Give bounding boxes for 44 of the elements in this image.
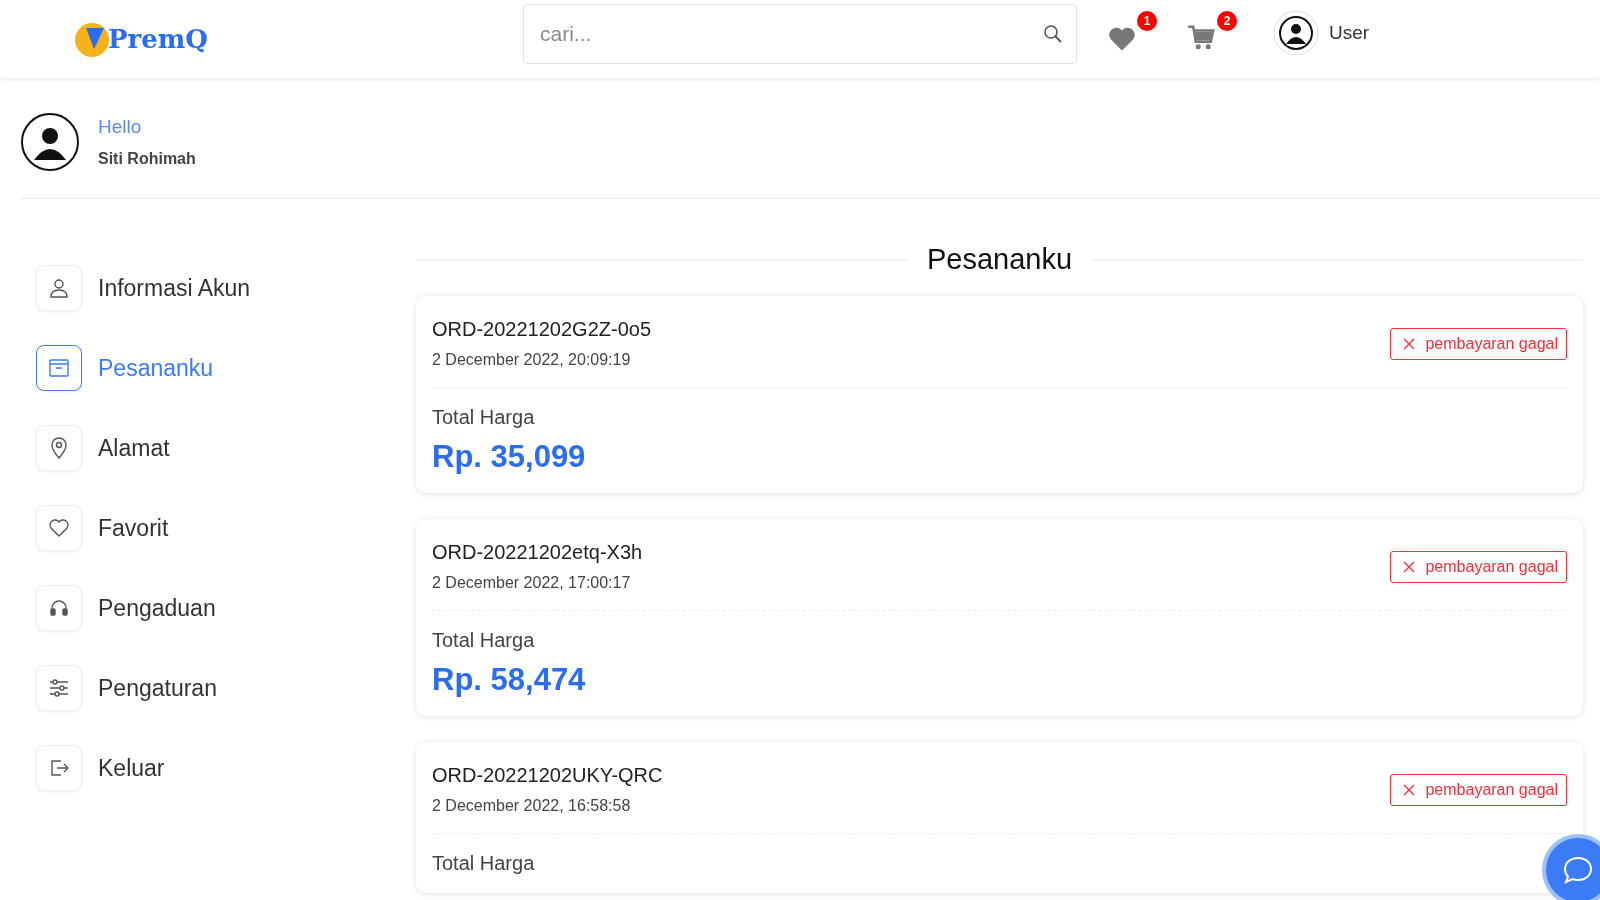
sidebar-item[interactable]: Pengaturan [36, 665, 416, 711]
user-link[interactable]: User [1329, 22, 1370, 44]
sidebar-item[interactable]: Informasi Akun [36, 265, 416, 311]
cart-icon [1187, 24, 1217, 52]
avatar-icon[interactable] [1273, 10, 1319, 56]
cart-count-badge: 2 [1217, 11, 1237, 31]
status-tag: pembayaran gagal [1390, 550, 1567, 583]
order-card[interactable]: ORD-20221202etq-X3h 2 December 2022, 17:00:17 pembayaran gagal Total Harga Rp. 58,474 [416, 519, 1583, 716]
close-icon [1403, 783, 1416, 796]
sidebar-item[interactable]: Pengaduan [36, 585, 416, 631]
chat-button[interactable] [1542, 834, 1600, 900]
sidebar-item[interactable]: Alamat [36, 425, 416, 471]
order-id: ORD-20221202UKY-QRC [432, 764, 663, 787]
total-price: Rp. 58,474 [432, 662, 587, 698]
order-id: ORD-20221202G2Z-0o5 [432, 318, 651, 341]
sliders-icon [47, 676, 71, 700]
total-label: Total Harga [432, 852, 536, 875]
total-label: Total Harga [432, 629, 536, 652]
order-id: ORD-20221202etq-X3h [432, 541, 643, 564]
sidebar-item[interactable]: Favorit [36, 505, 416, 551]
sidebar-item[interactable]: Pesananku [36, 345, 416, 391]
order-date: 2 December 2022, 16:58:58 [432, 797, 632, 815]
wishlist-button[interactable]: 1 [1107, 11, 1157, 53]
order-date: 2 December 2022, 20:09:19 [432, 351, 632, 369]
search-field[interactable]: cari... [523, 4, 1077, 64]
user-name: Siti Rohimah [98, 150, 196, 168]
order-card[interactable]: ORD-20221202G2Z-0o5 2 December 2022, 20:09:19 pembayaran gagal Total Harga Rp. 35,099 [416, 296, 1583, 493]
cart-button[interactable]: 2 [1187, 11, 1237, 53]
status-tag: pembayaran gagal [1390, 327, 1567, 360]
total-label: Total Harga [432, 406, 536, 429]
total-price: Rp. 35,099 [432, 439, 587, 475]
page-title: Pesananku [926, 243, 1073, 276]
order-date: 2 December 2022, 17:00:17 [432, 574, 632, 592]
sidebar-item[interactable]: Keluar [36, 745, 416, 791]
close-icon [1403, 337, 1416, 350]
greeting-text: Hello [98, 116, 143, 138]
avatar-icon [20, 112, 80, 172]
search-icon [1043, 24, 1063, 44]
box-icon [47, 356, 71, 380]
wishlist-count-badge: 1 [1137, 11, 1157, 31]
premq-logo[interactable]: PremQ [72, 19, 232, 59]
person-icon [47, 276, 71, 300]
status-tag: pembayaran gagal [1390, 773, 1567, 806]
close-icon [1403, 560, 1416, 573]
